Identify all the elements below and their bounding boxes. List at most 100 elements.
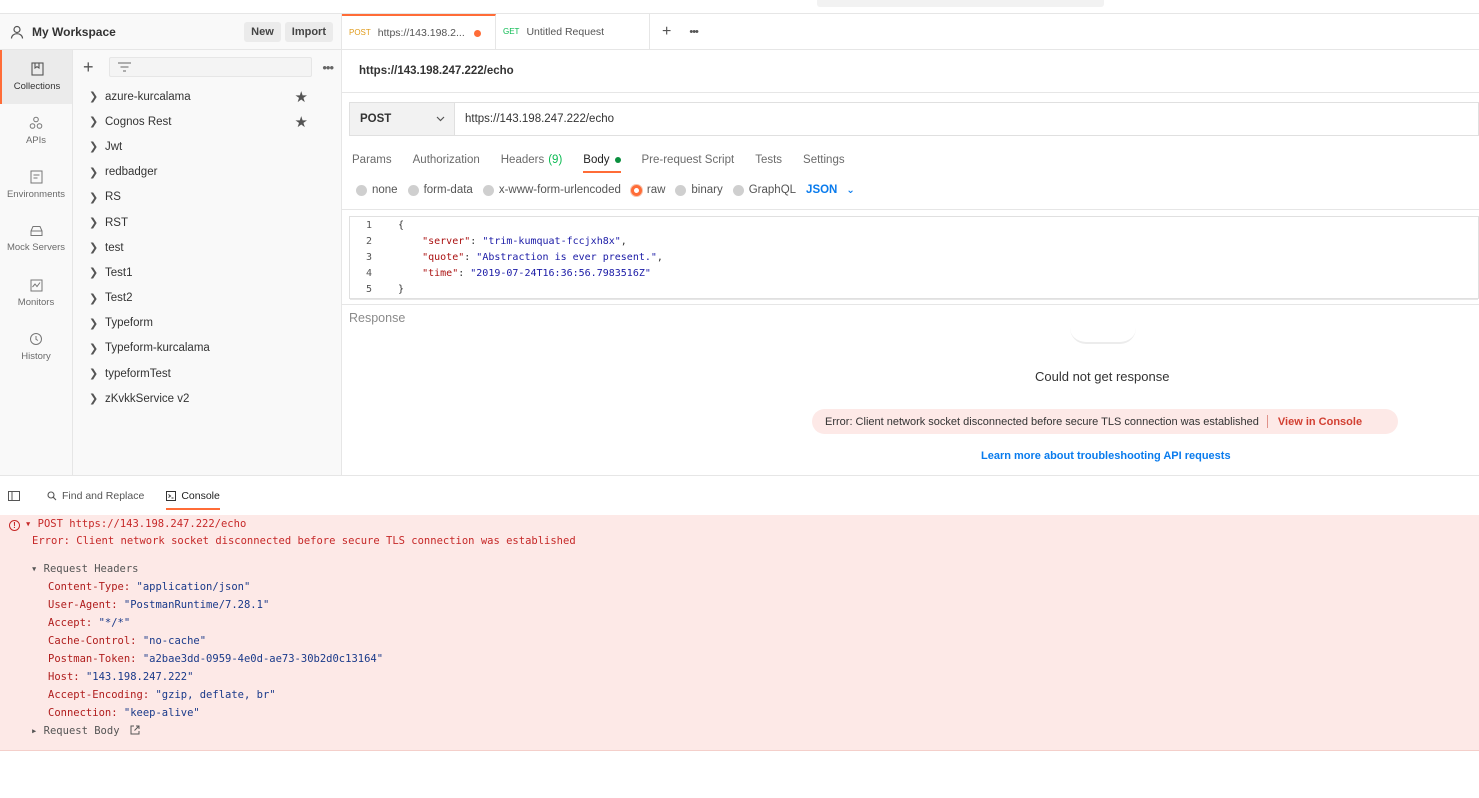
collections-filter-input[interactable] — [109, 57, 313, 77]
rail-item-environments[interactable]: Environments — [0, 158, 72, 212]
url-input[interactable]: https://143.198.247.222/echo — [455, 103, 1478, 135]
tab-authorization[interactable]: Authorization — [413, 148, 480, 172]
tab-settings-label: Settings — [803, 154, 845, 166]
radio-form-data[interactable]: form-data — [407, 184, 473, 196]
chevron-right-icon[interactable]: ❯ — [89, 342, 105, 355]
toggle-sidebar-icon[interactable] — [8, 485, 25, 507]
chevron-right-icon[interactable]: ❯ — [89, 216, 105, 229]
chevron-right-icon[interactable]: ❯ — [89, 115, 105, 128]
import-button[interactable]: Import — [284, 21, 333, 42]
collections-list: ❯ azure-kurcalama ★ ❯ Cognos Rest ★ ❯ Jwt ❯ re… — [73, 84, 341, 411]
learn-more-link[interactable]: Learn more about troubleshooting API req… — [981, 450, 1231, 462]
collection-item[interactable]: ❯ test — [73, 235, 341, 260]
global-search[interactable] — [817, 0, 1104, 7]
header-row: User-Agent: "PostmanRuntime/7.28.1" — [48, 599, 269, 611]
collection-item[interactable]: ❯ Typeform-kurcalama — [73, 336, 341, 361]
new-button[interactable]: New — [244, 21, 281, 42]
chevron-right-icon[interactable]: ❯ — [89, 90, 105, 103]
tab-post-request[interactable]: POST https://143.198.2... — [342, 14, 496, 49]
collection-item[interactable]: ❯ Jwt — [73, 134, 341, 159]
tab-body[interactable]: Body — [583, 148, 621, 173]
radio-raw[interactable]: raw — [630, 184, 665, 196]
collection-item[interactable]: ❯ Test1 — [73, 260, 341, 285]
collection-item[interactable]: ❯ redbadger — [73, 160, 341, 185]
collection-item[interactable]: ❯ RST — [73, 210, 341, 235]
collection-item[interactable]: ❯ typeformTest — [73, 361, 341, 386]
tab-tests[interactable]: Tests — [755, 148, 782, 172]
console-request-entry[interactable]: ▾ POST https://143.198.247.222/echo — [25, 518, 246, 530]
workspace-title[interactable]: My Workspace — [32, 25, 240, 39]
tab-params[interactable]: Params — [352, 148, 392, 172]
tab-prerequest-script[interactable]: Pre-request Script — [642, 148, 735, 172]
console-button[interactable]: Console — [166, 485, 220, 510]
find-replace-button[interactable]: Find and Replace — [47, 485, 144, 507]
collection-item[interactable]: ❯ Cognos Rest ★ — [73, 109, 341, 134]
collection-item[interactable]: ❯ Typeform — [73, 311, 341, 336]
rail-item-history[interactable]: History — [0, 320, 72, 374]
header-key: User-Agent: — [48, 599, 118, 611]
chevron-right-icon[interactable]: ❯ — [89, 166, 105, 179]
add-collection-icon[interactable]: + — [83, 57, 101, 78]
collection-name: azure-kurcalama — [105, 90, 191, 103]
request-name[interactable]: https://143.198.247.222/echo — [342, 50, 1479, 93]
radio-circle[interactable] — [407, 184, 419, 196]
expand-down-icon[interactable]: ▾ — [25, 518, 38, 530]
tabs-more-icon[interactable]: ••• — [689, 26, 699, 38]
method-select[interactable]: POST — [350, 103, 455, 135]
rail-item-collections[interactable]: Collections — [0, 50, 72, 104]
radio-circle[interactable] — [356, 184, 367, 196]
chevron-right-icon[interactable]: ❯ — [89, 392, 105, 405]
tab-untitled-request[interactable]: GET Untitled Request — [496, 14, 650, 49]
collection-item[interactable]: ❯ RS — [73, 185, 341, 210]
chevron-right-icon[interactable]: ❯ — [89, 292, 105, 305]
collection-name: RS — [105, 191, 121, 204]
console-icon — [166, 490, 177, 501]
rail-item-mock-servers[interactable]: Mock Servers — [0, 212, 72, 266]
external-link-icon[interactable] — [130, 725, 140, 735]
collection-name: RST — [105, 216, 128, 229]
collection-item[interactable]: ❯ azure-kurcalama ★ — [73, 84, 341, 109]
radio-circle[interactable] — [675, 184, 687, 196]
chevron-right-icon[interactable]: ❯ — [89, 241, 105, 254]
radio-urlencoded[interactable]: x-www-form-urlencoded — [482, 184, 621, 196]
new-tab-icon[interactable]: + — [662, 23, 671, 41]
response-divider[interactable] — [342, 304, 1479, 305]
request-body-toggle[interactable]: ▸ Request Body — [31, 725, 140, 737]
code-text: "time": "2019-07-24T16:36:56.7983516Z" — [422, 267, 651, 279]
radio-circle[interactable] — [732, 184, 744, 196]
collection-name: redbadger — [105, 166, 158, 179]
chevron-right-icon[interactable]: ❯ — [89, 317, 105, 330]
radio-binary[interactable]: binary — [675, 184, 723, 196]
star-icon[interactable]: ★ — [295, 113, 308, 131]
star-icon[interactable]: ★ — [295, 88, 308, 106]
radio-circle[interactable] — [482, 184, 494, 196]
collection-item[interactable]: ❯ zKvkkService v2 — [73, 386, 341, 411]
tab-prerequest-label: Pre-request Script — [641, 154, 735, 166]
tab-title: Untitled Request — [526, 25, 605, 38]
rail-item-apis[interactable]: APIs — [0, 104, 72, 158]
tab-settings[interactable]: Settings — [803, 148, 845, 172]
header-row: Host: "143.198.247.222" — [48, 671, 193, 683]
header-key: Postman-Token: — [48, 653, 137, 665]
chevron-right-icon[interactable]: ❯ — [89, 140, 105, 153]
header-key: Connection: — [48, 707, 118, 719]
view-in-console-link[interactable]: View in Console — [1278, 416, 1362, 428]
body-format-select[interactable]: JSON ⌄ — [806, 184, 855, 196]
tab-headers[interactable]: Headers (9) — [501, 148, 563, 172]
request-headers-toggle[interactable]: ▾ Request Headers — [31, 563, 138, 575]
chevron-right-icon[interactable]: ❯ — [89, 266, 105, 279]
response-label: Response — [349, 311, 406, 325]
radio-binary-label: binary — [691, 184, 723, 196]
chevron-down-icon — [436, 116, 445, 122]
radio-none[interactable]: none — [356, 184, 398, 196]
radio-circle-selected[interactable] — [630, 184, 642, 196]
collections-more-icon[interactable]: ••• — [322, 60, 334, 75]
radio-graphql[interactable]: GraphQL — [732, 184, 796, 196]
chevron-right-icon[interactable]: ❯ — [89, 367, 105, 380]
chevron-right-icon[interactable]: ❯ — [89, 191, 105, 204]
collection-item[interactable]: ❯ Test2 — [73, 286, 341, 311]
tab-body-label: Body — [583, 154, 610, 166]
editor-resize-handle[interactable] — [350, 299, 1478, 303]
rail-item-monitors[interactable]: Monitors — [0, 266, 72, 320]
body-editor[interactable]: 1{ 2 "server": "trim-kumquat-fccjxh8x", … — [349, 216, 1479, 300]
